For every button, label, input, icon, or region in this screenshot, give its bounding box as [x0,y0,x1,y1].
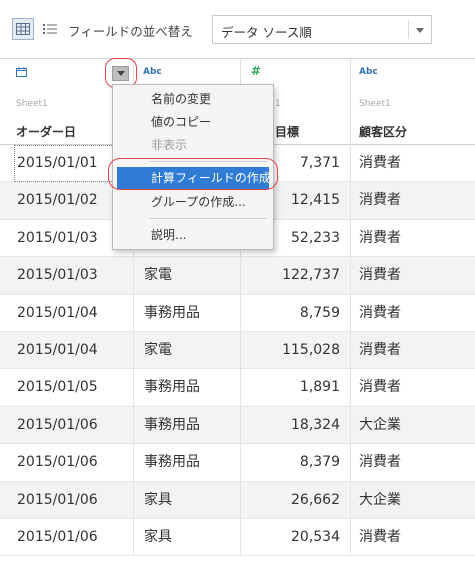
cell-target[interactable]: 26,662 [241,481,351,519]
column-name: 目標 [275,125,300,139]
cell-target[interactable]: 8,759 [241,294,351,332]
cell-segment[interactable]: 大企業 [351,482,475,519]
list-view-icon[interactable] [41,19,59,39]
menu-item-hide: 非表示 [151,138,188,152]
cell-target[interactable]: 18,324 [241,406,351,444]
column-name: 顧客区分 [359,125,408,139]
cell-segment[interactable]: 消費者 [351,332,475,369]
cell-target[interactable]: 122,737 [241,257,351,295]
calendar-icon [16,67,27,80]
menu-separator [149,161,267,162]
sort-order-select[interactable]: データ ソース順 [212,15,432,44]
grid-view-icon[interactable] [12,18,34,40]
menu-item-copy-values[interactable]: 値のコピー [117,111,269,133]
menu-item-rename[interactable]: 名前の変更 [117,88,269,110]
cell-order-date[interactable]: 2015/01/05 [0,369,134,407]
cell-order-date[interactable]: 2015/01/06 [0,481,134,519]
menu-separator [149,218,267,219]
table-row[interactable]: 2015/01/03 家電 122,737 消費者 [0,257,475,295]
cell-target[interactable]: 8,379 [241,444,351,482]
sort-fields-label: フィールドの並べ替え [68,24,193,39]
cell-order-date[interactable]: 2015/01/06 [0,518,134,556]
cell-category[interactable]: 家電 [134,257,241,295]
cell-category[interactable]: 事務用品 [134,369,241,407]
table-row[interactable]: 2015/01/04 事務用品 8,759 消費者 [0,294,475,332]
sort-order-value: データ ソース順 [221,25,312,40]
table-row[interactable]: 2015/01/04 家電 115,028 消費者 [0,331,475,370]
cell-order-date[interactable]: 2015/01/06 [0,406,134,444]
string-type-icon: Abc [359,67,378,77]
cell-target[interactable]: 115,028 [241,331,351,369]
cell-target[interactable]: 20,534 [241,518,351,556]
cell-category[interactable]: 事務用品 [134,444,241,482]
chevron-down-icon [416,28,424,33]
cell-segment[interactable]: 消費者 [351,182,475,219]
cell-category[interactable]: 家具 [134,518,241,556]
cell-category[interactable]: 事務用品 [134,406,241,444]
column-menu-button[interactable] [112,66,129,81]
table-row[interactable]: 2015/01/06 家具 26,662 大企業 [0,481,475,519]
cell-segment[interactable]: 消費者 [351,145,475,182]
select-divider [408,20,409,39]
column-source: 1 [275,99,281,109]
chevron-down-icon [116,71,125,76]
cell-category[interactable]: 家具 [134,481,241,519]
table-row[interactable]: 2015/01/05 事務用品 1,891 消費者 [0,369,475,407]
column-source: Sheet1 [359,99,391,109]
cell-segment[interactable]: 消費者 [351,220,475,257]
table-row[interactable]: 2015/01/06 事務用品 8,379 消費者 [0,444,475,482]
cell-segment[interactable]: 消費者 [351,295,475,332]
table-row[interactable]: 2015/01/06 事務用品 18,324 大企業 [0,406,475,445]
number-type-icon: # [251,64,262,78]
cell-segment[interactable]: 消費者 [351,257,475,294]
cell-category[interactable]: 家電 [134,331,241,369]
column-name: オーダー日 [16,125,77,139]
table-row[interactable]: 2015/01/06 家具 20,534 消費者 [0,518,475,557]
cell-segment[interactable]: 消費者 [351,444,475,481]
cell-order-date[interactable]: 2015/01/06 [0,444,134,482]
cell-category[interactable]: 事務用品 [134,294,241,332]
cell-order-date[interactable]: 2015/01/04 [0,294,134,332]
menu-item-describe[interactable]: 説明... [117,224,269,246]
column-header-segment[interactable]: Abc Sheet1 顧客区分 [351,59,475,145]
menu-item-create-calculated-field[interactable]: 計算フィールドの作成... [117,167,282,189]
toolbar: フィールドの並べ替え データ ソース順 [0,0,475,58]
cell-order-date[interactable]: 2015/01/03 [0,257,134,295]
cell-segment[interactable]: 消費者 [351,369,475,406]
column-source: Sheet1 [16,99,48,109]
cell-target[interactable]: 1,891 [241,369,351,407]
string-type-icon: Abc [143,67,162,77]
menu-item-create-group[interactable]: グループの作成... [117,191,269,213]
cell-order-date[interactable]: 2015/01/04 [0,331,134,369]
cell-segment[interactable]: 大企業 [351,407,475,444]
cell-segment[interactable]: 消費者 [351,519,475,556]
column-context-menu: 名前の変更 値のコピー 非表示 計算フィールドの作成... グループの作成...… [112,84,282,250]
